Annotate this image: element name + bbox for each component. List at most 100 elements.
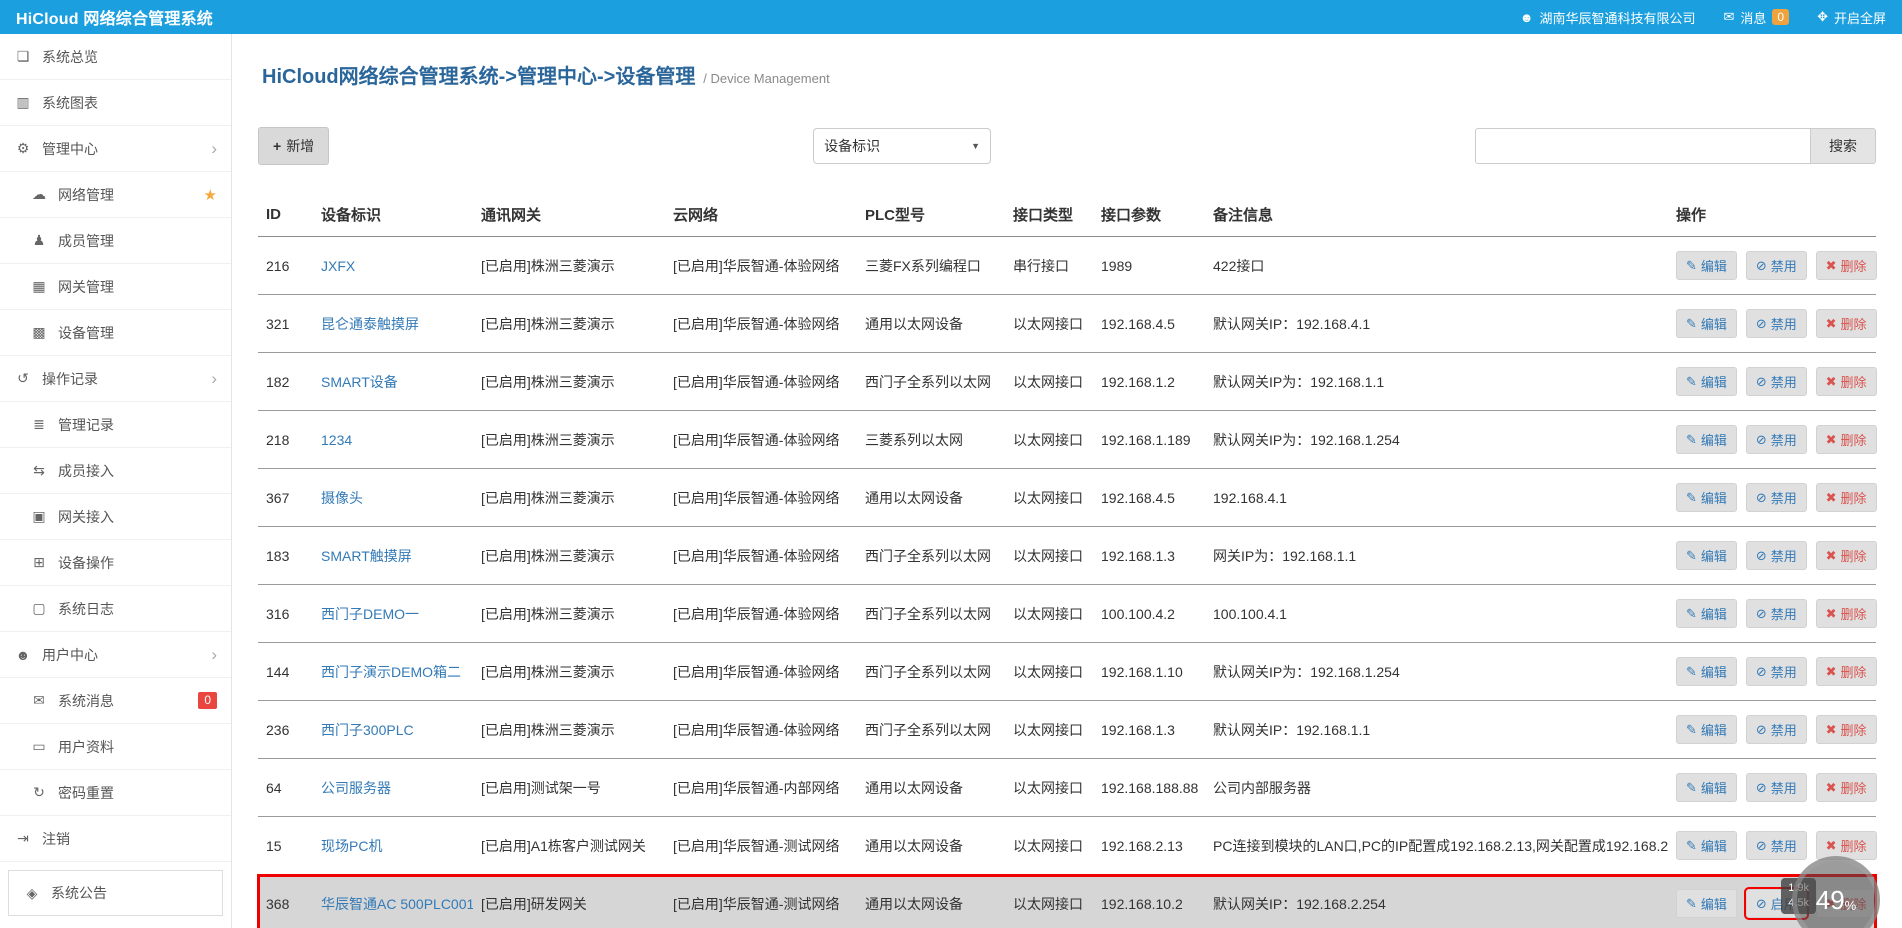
sidebar-item-system-logs[interactable]: ▢ 系统日志 (0, 586, 231, 632)
delete-button[interactable]: ✖ 删除 (1815, 251, 1877, 280)
toggle-enable-button[interactable]: ⊘ 禁用 (1745, 541, 1807, 570)
sidebar-item-management-records[interactable]: ≣ 管理记录 (0, 402, 231, 448)
delete-button[interactable]: ✖ 删除 (1815, 657, 1877, 686)
delete-button[interactable]: ✖ 删除 (1815, 831, 1877, 860)
delete-button[interactable]: ✖ 删除 (1815, 483, 1877, 512)
edit-button[interactable]: ✎ 编辑 (1676, 483, 1737, 512)
list-icon: ≣ (33, 416, 45, 432)
device-link[interactable]: 公司服务器 (321, 780, 391, 796)
cell-interface-type: 以太网接口 (1005, 874, 1093, 928)
toggle-enable-button[interactable]: ⊘ 禁用 (1745, 599, 1807, 628)
sidebar-item-user-profile[interactable]: ▭ 用户资料 (0, 724, 231, 770)
user-icon: ☻ (15, 646, 31, 663)
sidebar-item-system-charts[interactable]: ▥ 系统图表 (0, 80, 231, 126)
sidebar-item-user-center[interactable]: ☻ 用户中心 › (0, 632, 231, 678)
search-input[interactable] (1475, 128, 1811, 164)
sidebar-item-logout[interactable]: ⇥ 注销 (0, 816, 231, 862)
toggle-enable-button[interactable]: ⊘ 禁用 (1745, 367, 1807, 396)
sidebar-item-label: 设备管理 (58, 324, 114, 341)
device-link[interactable]: JXFX (321, 258, 355, 274)
edit-button[interactable]: ✎ 编辑 (1676, 889, 1737, 918)
toggle-enable-button[interactable]: ⊘ 禁用 (1745, 483, 1807, 512)
sidebar-item-operation-records[interactable]: ↺ 操作记录 › (0, 356, 231, 402)
edit-button[interactable]: ✎ 编辑 (1676, 831, 1737, 860)
cell-id: 144 (258, 642, 313, 701)
device-link[interactable]: 华辰智通AC 500PLC001 (321, 896, 473, 912)
search-button[interactable]: 搜索 (1811, 128, 1876, 164)
sidebar-item-gateway-management[interactable]: ▦ 网关管理 (0, 264, 231, 310)
delete-button[interactable]: ✖ 删除 (1815, 715, 1877, 744)
device-link[interactable]: 摄像头 (321, 490, 363, 506)
toggle-enable-button[interactable]: ⊘ 禁用 (1745, 251, 1807, 280)
table-row: 316 西门子DEMO一 [已启用]株洲三菱演示 [已启用]华辰智通-体验网络 … (258, 584, 1877, 643)
device-link[interactable]: SMART触摸屏 (321, 548, 412, 564)
device-link[interactable]: 西门子300PLC (321, 722, 414, 738)
company-account[interactable]: ☻ 湖南华辰智通科技有限公司 (1520, 8, 1696, 27)
toggle-enable-button[interactable]: ⊘ 禁用 (1745, 425, 1807, 454)
cell-gateway: [已启用]测试架一号 (473, 758, 665, 817)
fullscreen-icon: ✥ (1817, 9, 1828, 24)
sidebar-item-member-management[interactable]: ♟ 成员管理 (0, 218, 231, 264)
edit-button[interactable]: ✎ 编辑 (1676, 715, 1737, 744)
caret-down-icon: ▼ (971, 141, 981, 151)
edit-button[interactable]: ✎ 编辑 (1676, 599, 1737, 628)
cell-cloud-network: [已启用]华辰智通-测试网络 (665, 816, 857, 875)
cell-note: 192.168.4.1 (1205, 468, 1668, 527)
delete-button[interactable]: ✖ 删除 (1815, 309, 1877, 338)
column-header: PLC型号 (857, 193, 1005, 237)
toggle-enable-button[interactable]: ⊘ 禁用 (1745, 831, 1807, 860)
cell-interface-type: 以太网接口 (1005, 468, 1093, 527)
column-header: 接口参数 (1093, 193, 1205, 237)
edit-button[interactable]: ✎ 编辑 (1676, 541, 1737, 570)
sidebar-item-label: 操作记录 (42, 370, 98, 387)
cell-interface-type: 以太网接口 (1005, 816, 1093, 875)
edit-button[interactable]: ✎ 编辑 (1676, 309, 1737, 338)
delete-button[interactable]: ✖ 删除 (1815, 367, 1877, 396)
sidebar-item-network-management[interactable]: ☁ 网络管理 ★ (0, 172, 231, 218)
sidebar-item-system-messages[interactable]: ✉ 系统消息 0 (0, 678, 231, 724)
id-card-icon: ▭ (32, 738, 46, 754)
delete-button[interactable]: ✖ 删除 (1815, 425, 1877, 454)
cell-interface-param: 192.168.1.10 (1093, 642, 1205, 701)
fullscreen-label: 开启全屏 (1833, 10, 1886, 26)
trash-icon: ✖ (1825, 431, 1837, 447)
toggle-enable-button[interactable]: ⊘ 禁用 (1745, 309, 1807, 338)
toggle-enable-button[interactable]: ⊘ 禁用 (1745, 657, 1807, 686)
cell-note: 100.100.4.1 (1205, 584, 1668, 643)
sidebar-item-system-announcement[interactable]: ◈ 系统公告 (8, 870, 223, 916)
edit-button[interactable]: ✎ 编辑 (1676, 251, 1737, 280)
edit-button[interactable]: ✎ 编辑 (1676, 425, 1737, 454)
column-header: 云网络 (665, 193, 857, 237)
sidebar-item-member-access[interactable]: ⇆ 成员接入 (0, 448, 231, 494)
add-device-button[interactable]: + 新增 (258, 127, 330, 165)
cell-cloud-network: [已启用]华辰智通-体验网络 (665, 700, 857, 759)
cell-id: 183 (258, 526, 313, 585)
ban-icon: ⊘ (1755, 895, 1767, 911)
filter-field-select[interactable]: 设备标识 ▼ (813, 128, 992, 164)
device-link[interactable]: 昆仑通泰触摸屏 (321, 316, 419, 332)
edit-button[interactable]: ✎ 编辑 (1676, 367, 1737, 396)
device-link[interactable]: 1234 (321, 432, 352, 448)
sidebar-item-device-management[interactable]: ▩ 设备管理 (0, 310, 231, 356)
sidebar-item-system-overview[interactable]: ❏ 系统总览 (0, 34, 231, 80)
ban-icon: ⊘ (1755, 547, 1767, 563)
device-link[interactable]: 西门子DEMO一 (321, 606, 419, 622)
sidebar-item-management-center[interactable]: ⚙ 管理中心 › (0, 126, 231, 172)
edit-button[interactable]: ✎ 编辑 (1676, 657, 1737, 686)
delete-button[interactable]: ✖ 删除 (1815, 541, 1877, 570)
fullscreen-button[interactable]: ✥ 开启全屏 (1817, 8, 1886, 27)
sidebar-item-device-operations[interactable]: ⊞ 设备操作 (0, 540, 231, 586)
delete-button[interactable]: ✖ 删除 (1815, 599, 1877, 628)
toggle-enable-button[interactable]: ⊘ 禁用 (1745, 773, 1807, 802)
sidebar-item-password-reset[interactable]: ↻ 密码重置 (0, 770, 231, 816)
toggle-enable-button[interactable]: ⊘ 禁用 (1745, 715, 1807, 744)
device-link[interactable]: 西门子演示DEMO箱二 (321, 664, 461, 680)
cell-interface-param: 192.168.1.3 (1093, 526, 1205, 585)
delete-button[interactable]: ✖ 删除 (1815, 773, 1877, 802)
device-link[interactable]: SMART设备 (321, 374, 398, 390)
device-link[interactable]: 现场PC机 (321, 838, 382, 854)
cell-plc-model: 通用以太网设备 (857, 816, 1005, 875)
sidebar-item-gateway-access[interactable]: ▣ 网关接入 (0, 494, 231, 540)
edit-button[interactable]: ✎ 编辑 (1676, 773, 1737, 802)
messages-button[interactable]: ✉ 消息 0 (1723, 8, 1790, 27)
